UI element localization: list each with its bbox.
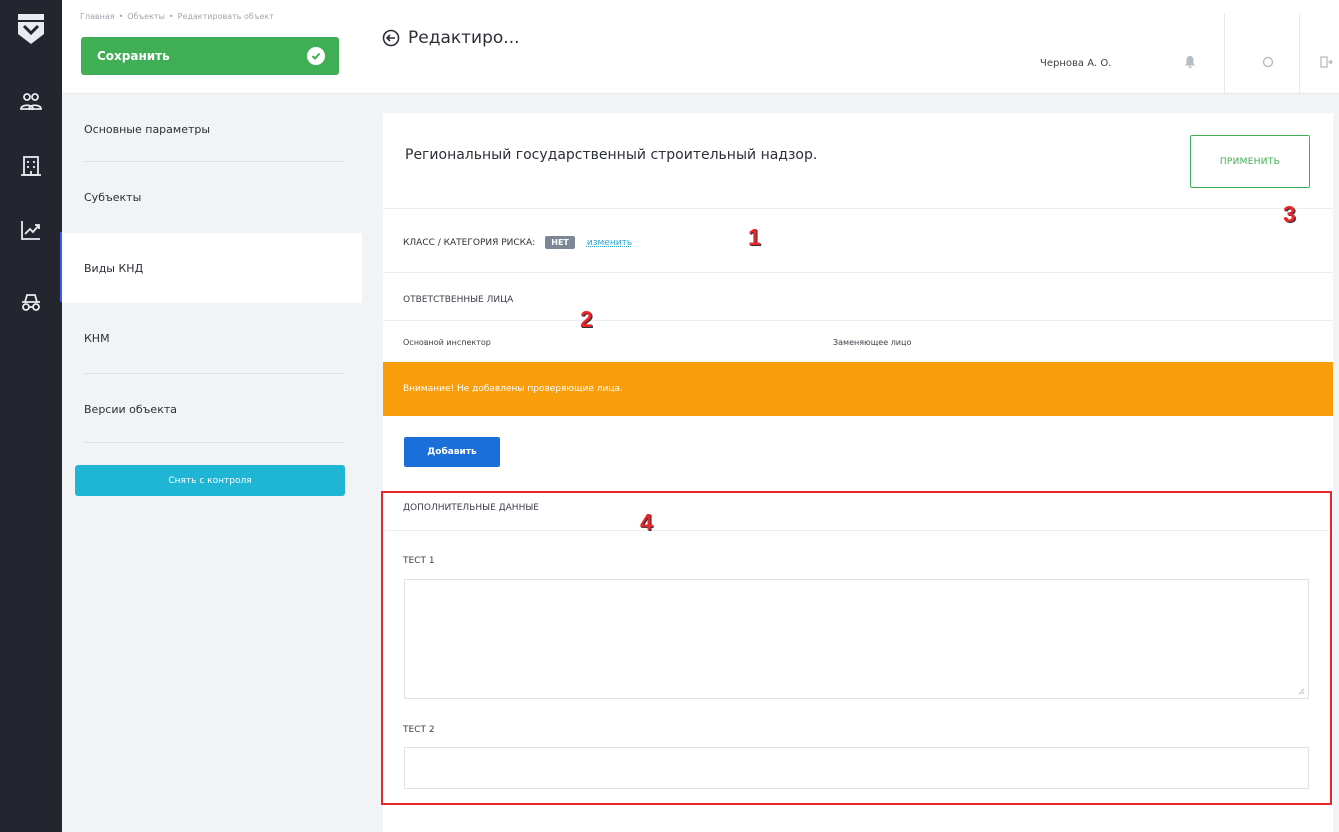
- resize-grip-icon[interactable]: [1298, 688, 1305, 695]
- apply-button[interactable]: ПРИМЕНИТЬ: [1190, 135, 1310, 188]
- save-button-label: Сохранить: [97, 49, 170, 63]
- users-icon[interactable]: [15, 86, 47, 118]
- menu-divider: [84, 442, 344, 443]
- chart-trend-icon[interactable]: [15, 214, 47, 246]
- risk-class-row: КЛАСС / КАТЕГОРИЯ РИСКА: НЕТ изменить: [403, 236, 632, 249]
- page-title: Редактиро...: [382, 28, 520, 48]
- change-risk-link[interactable]: изменить: [587, 238, 632, 248]
- main-inspector-column-header: Основной инспектор: [403, 338, 491, 347]
- menu-item-subjects[interactable]: Субъекты: [62, 162, 362, 232]
- side-menu: Основные параметры Субъекты Виды КНД КНМ…: [62, 94, 362, 832]
- menu-item-main-params[interactable]: Основные параметры: [62, 94, 362, 164]
- breadcrumb: Главная • Объекты • Редактировать объект: [80, 12, 274, 21]
- page-title-text: Редактиро...: [408, 28, 520, 48]
- menu-item-label: Основные параметры: [84, 122, 211, 136]
- header-divider: [1224, 14, 1225, 94]
- menu-item-label: Виды КНД: [84, 261, 144, 275]
- test1-textarea[interactable]: [404, 579, 1309, 699]
- test1-label: ТЕСТ 1: [403, 556, 435, 566]
- section-divider: [385, 530, 1329, 531]
- test2-input[interactable]: [404, 747, 1309, 789]
- breadcrumb-separator: •: [168, 12, 174, 21]
- app-rail: [0, 0, 63, 832]
- knd-card: Региональный государственный строительны…: [381, 113, 1333, 832]
- menu-item-knd-types[interactable]: Виды КНД: [62, 233, 362, 303]
- logout-icon[interactable]: [1316, 52, 1336, 72]
- warning-alert-text: Внимание! Не добавлены проверяющие лица.: [403, 384, 623, 394]
- breadcrumb-item[interactable]: Главная: [80, 12, 115, 21]
- menu-item-versions[interactable]: Версии объекта: [62, 374, 362, 444]
- bell-icon[interactable]: [1180, 52, 1200, 72]
- callout-number: 2: [580, 306, 593, 332]
- menu-item-label: КНМ: [84, 331, 110, 345]
- save-button[interactable]: Сохранить: [81, 37, 339, 75]
- header-divider: [1299, 14, 1300, 94]
- menu-item-label: Субъекты: [84, 190, 142, 204]
- responsible-heading: ОТВЕТСТВЕННЫЕ ЛИЦА: [403, 295, 514, 305]
- breadcrumb-separator: •: [118, 12, 124, 21]
- callout-number: 4: [640, 509, 653, 535]
- add-inspector-button[interactable]: Добавить: [404, 437, 500, 467]
- callout-number: 1: [748, 224, 761, 250]
- warning-alert: Внимание! Не добавлены проверяющие лица.: [383, 362, 1333, 416]
- risk-class-label: КЛАСС / КАТЕГОРИЯ РИСКА:: [403, 237, 536, 248]
- risk-class-badge: НЕТ: [545, 236, 575, 249]
- settings-icon[interactable]: [1258, 52, 1278, 72]
- check-icon: [307, 47, 325, 65]
- building-icon[interactable]: [15, 150, 47, 182]
- additional-data-heading: ДОПОЛНИТЕЛЬНЫЕ ДАННЫЕ: [403, 503, 539, 513]
- app-logo-icon[interactable]: [15, 12, 47, 46]
- section-divider: [383, 208, 1333, 209]
- section-divider: [383, 320, 1333, 321]
- user-name[interactable]: Чернова А. О.: [1040, 58, 1111, 69]
- card-title: Региональный государственный строительны…: [405, 147, 818, 163]
- breadcrumb-item[interactable]: Объекты: [127, 12, 165, 21]
- inspector-icon[interactable]: [15, 286, 47, 318]
- callout-number: 3: [1283, 201, 1296, 227]
- menu-item-knm[interactable]: КНМ: [62, 303, 362, 373]
- back-arrow-icon[interactable]: [382, 29, 400, 47]
- test2-label: ТЕСТ 2: [403, 725, 435, 735]
- breadcrumb-item-current: Редактировать объект: [177, 12, 274, 21]
- substitute-column-header: Заменяющее лицо: [833, 338, 912, 347]
- section-divider: [383, 272, 1333, 273]
- menu-item-label: Версии объекта: [84, 402, 177, 416]
- top-header: Главная • Объекты • Редактировать объект Сох…: [62, 0, 1339, 94]
- remove-from-control-button[interactable]: Снять с контроля: [75, 465, 345, 496]
